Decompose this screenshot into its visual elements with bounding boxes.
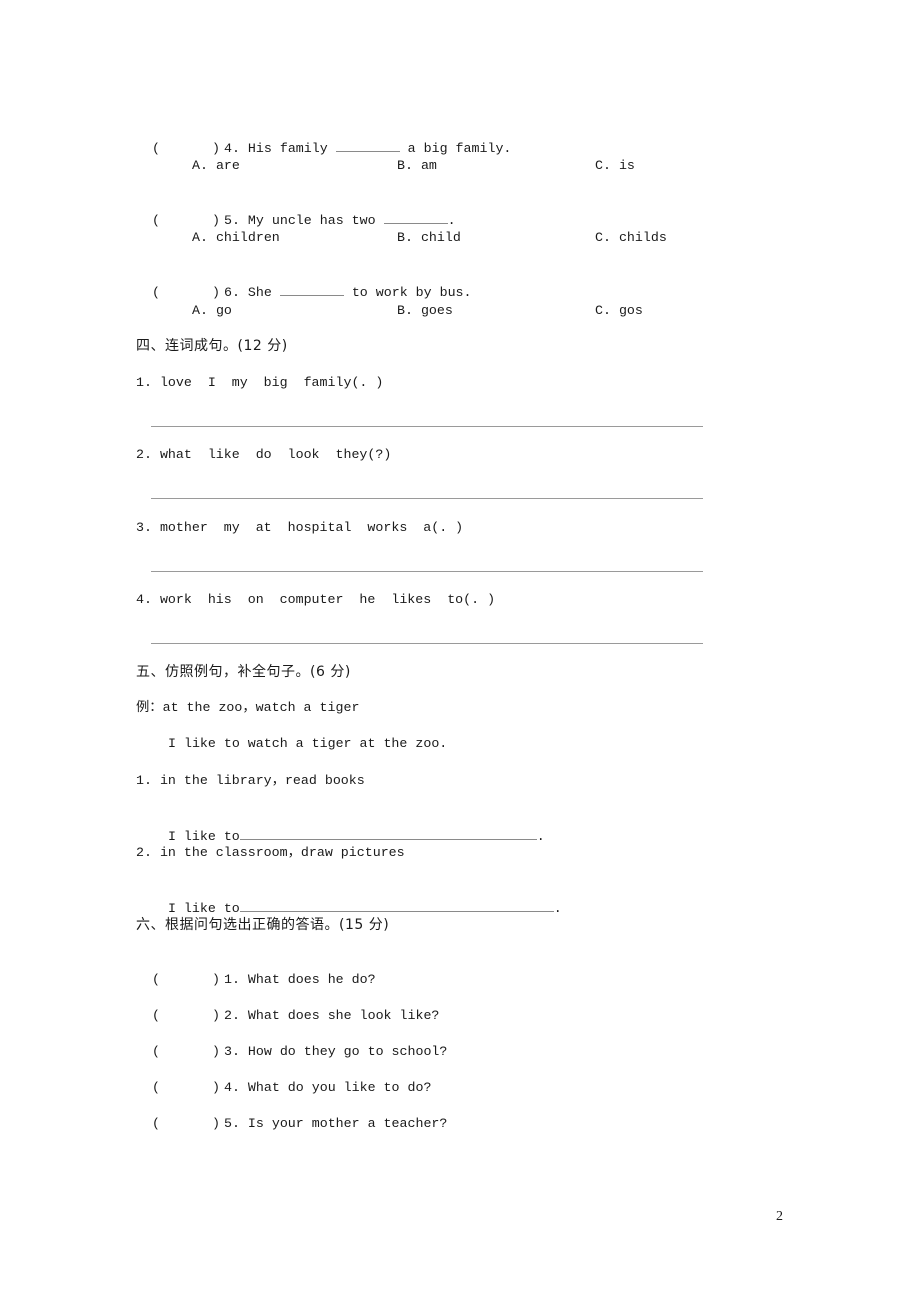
question-6: () 6. She to work by bus. [151, 283, 472, 302]
answer-line[interactable] [151, 426, 703, 427]
response-question-3: () 3. How do they go to school? [151, 1043, 448, 1061]
response-question-4: () 4. What do you like to do? [151, 1079, 432, 1097]
answer-bracket[interactable]: () [152, 1079, 224, 1097]
scramble-item-1: 1. love I my big family(. ) [136, 375, 384, 390]
answer-bracket[interactable]: () [152, 1007, 224, 1025]
complete-item-1-answer: I like to. [152, 808, 545, 846]
section-5-heading: 五、仿照例句，补全句子。(6 分) [136, 664, 351, 680]
option-a: A. go [192, 303, 232, 318]
complete-item-2-answer: I like to. [152, 880, 562, 918]
option-b: B. am [397, 158, 437, 173]
answer-bracket[interactable]: () [152, 1043, 224, 1061]
response-question-1: () 1. What does he do? [151, 971, 376, 989]
answer-bracket[interactable]: () [152, 284, 224, 302]
fill-blank[interactable] [239, 826, 537, 840]
fill-blank[interactable] [335, 139, 400, 152]
answer-bracket[interactable]: () [152, 1115, 224, 1133]
scramble-item-4: 4. work his on computer he likes to(. ) [136, 592, 496, 607]
fill-blank[interactable] [239, 898, 554, 912]
answer-line[interactable] [151, 498, 703, 499]
question-number: 6. [223, 285, 240, 300]
question-number: 4. [223, 141, 240, 156]
page-number: 2 [776, 1209, 783, 1224]
answer-line[interactable] [151, 643, 703, 644]
answer-bracket[interactable]: () [152, 971, 224, 989]
answer-bracket[interactable]: () [152, 212, 224, 230]
option-b: B. child [397, 230, 461, 245]
answer-bracket[interactable]: () [152, 140, 224, 158]
response-question-5: () 5. Is your mother a teacher? [151, 1115, 448, 1133]
complete-item-1-prompt: 1. in the library，read books [136, 773, 365, 788]
scramble-item-3: 3. mother my at hospital works a(. ) [136, 520, 464, 535]
response-question-2: () 2. What does she look like? [151, 1007, 440, 1025]
question-number: 5. [223, 213, 240, 228]
option-c: C. gos [595, 303, 643, 318]
question-5: () 5. My uncle has two . [151, 211, 456, 230]
scramble-item-2: 2. what like do look they(?) [136, 447, 392, 462]
fill-blank[interactable] [279, 283, 344, 296]
answer-line[interactable] [151, 571, 703, 572]
fill-blank[interactable] [383, 211, 448, 224]
option-b: B. goes [397, 303, 453, 318]
option-a: A. children [192, 230, 280, 245]
example-prompt: 例：at the zoo，watch a tiger [136, 700, 360, 715]
section-4-heading: 四、连词成句。(12 分) [136, 338, 288, 354]
example-answer: I like to watch a tiger at the zoo. [168, 736, 448, 751]
option-c: C. childs [595, 230, 667, 245]
option-a: A. are [192, 158, 240, 173]
question-4: () 4. His family a big family. [151, 139, 512, 158]
section-6-heading: 六、根据问句选出正确的答语。(15 分) [136, 917, 390, 933]
complete-item-2-prompt: 2. in the classroom，draw pictures [136, 845, 405, 860]
option-c: C. is [595, 158, 635, 173]
